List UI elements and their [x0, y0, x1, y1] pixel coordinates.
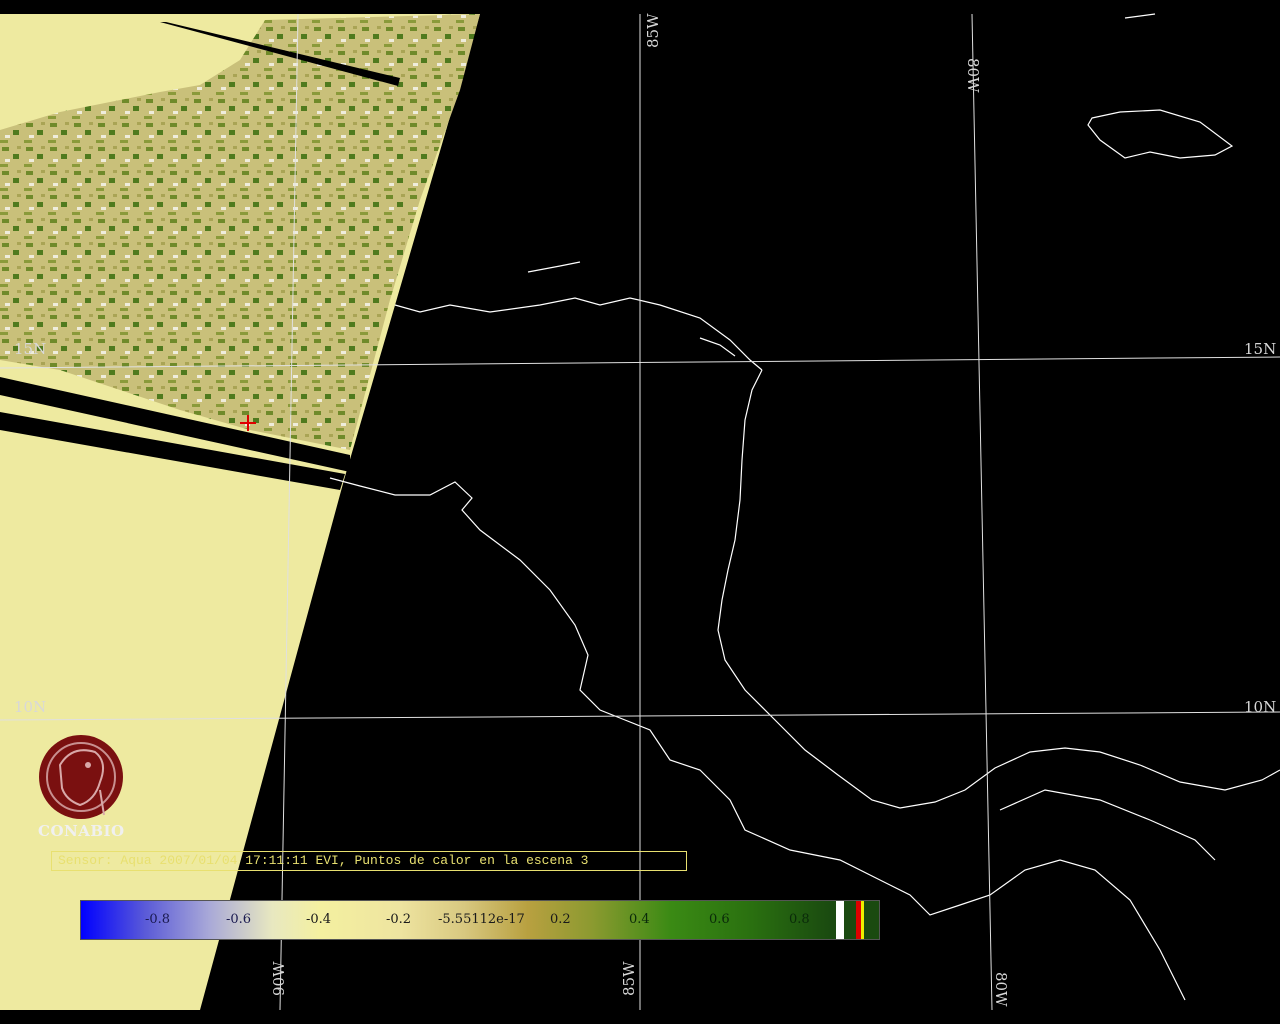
logo-wordmark: CONABIO [38, 822, 125, 840]
colorbar-tick: -0.8 [145, 912, 171, 927]
colorbar-white-band [836, 901, 844, 939]
colorbar-tick: 0.8 [789, 912, 810, 927]
lat-label-15n-right: 15N [1244, 340, 1276, 358]
evi-colorbar: -0.8 -0.6 -0.4 -0.2 -5.55112e-17 0.2 0.4… [80, 900, 880, 940]
colorbar-yellow-band [861, 901, 864, 939]
lon-label-85w-top: 85W [644, 13, 662, 48]
conabio-logo-icon [39, 735, 123, 819]
lon-label-90w-bottom: 90W [270, 961, 288, 996]
scene-caption: Sensor: Aqua 2007/01/04 17:11:11 EVI, Pu… [51, 851, 687, 871]
lon-label-80w-top: 80W [964, 58, 982, 93]
lon-label-85w-bottom: 85W [620, 961, 638, 996]
lat-label-10n-left: 10N [14, 698, 46, 716]
colorbar-tick: 0.4 [629, 912, 650, 927]
colorbar-tick: 0.2 [550, 912, 571, 927]
lat-label-15n-left: 15N [14, 340, 46, 358]
colorbar-tick: -0.2 [386, 912, 412, 927]
lat-label-10n-right: 10N [1244, 698, 1276, 716]
colorbar-tick: 0.6 [709, 912, 730, 927]
colorbar-tick: -0.4 [306, 912, 332, 927]
colorbar-tick: -0.6 [226, 912, 252, 927]
colorbar-tick: -5.55112e-17 [438, 912, 525, 927]
lon-label-80w-bottom: 80W [992, 972, 1010, 1007]
